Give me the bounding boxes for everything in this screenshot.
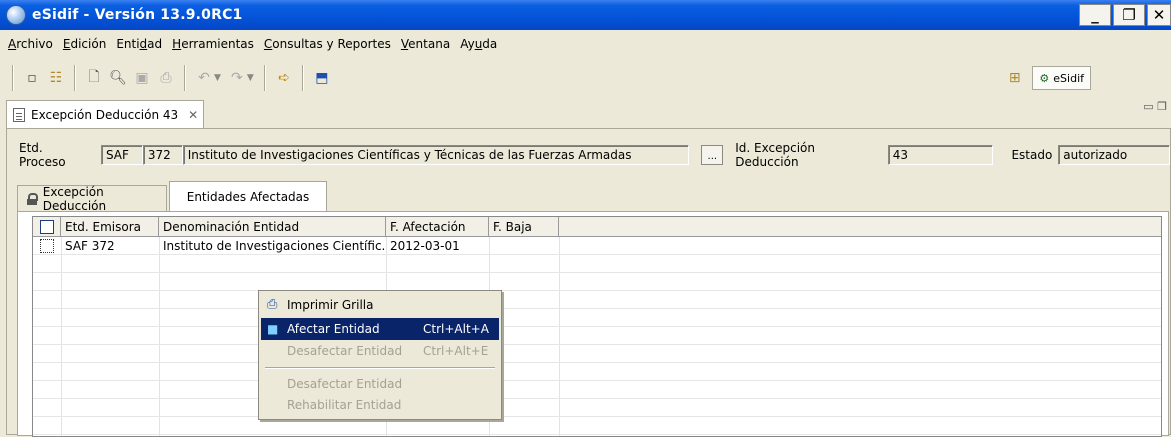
lock-icon	[26, 192, 38, 205]
table-row[interactable]: SAF 372 Instituto de Investigaciones Cie…	[33, 237, 1161, 255]
editor-tab-bar: Excepción Deducción 43 ✕ ▭ ❐	[0, 98, 1171, 128]
entidades-grid: Etd. Emisora Denominación Entidad F. Afe…	[32, 216, 1162, 437]
menu-item-desafectar-entidad[interactable]: Desafectar Entidad Ctrl+Alt+E	[261, 340, 499, 362]
id-excepcion-field[interactable]: 43	[887, 145, 994, 165]
estado-field[interactable]: autorizado	[1058, 145, 1170, 165]
esidif-app-icon	[6, 5, 26, 25]
print-icon: ⎙	[267, 297, 278, 312]
menu-consultas-reportes[interactable]: Consultas y Reportes	[264, 37, 391, 51]
toolbar-separator	[184, 65, 186, 91]
cell-denominacion: Instituto de Investigaciones Científic..…	[163, 238, 386, 253]
column-f-baja[interactable]: F. Baja	[489, 217, 559, 237]
menu-item-imprimir-grilla[interactable]: ⎙ Imprimir Grilla	[261, 294, 499, 316]
minimize-button[interactable]: _	[1079, 4, 1111, 26]
maximize-button[interactable]: ❐	[1113, 4, 1145, 26]
menu-bar: Archivo Edición Entidad Herramientas Con…	[0, 30, 1171, 58]
menu-item-rehabilitar-entidad[interactable]: Rehabilitar Entidad	[261, 394, 499, 416]
save-icon[interactable]: ▣	[133, 69, 151, 87]
table-row	[33, 255, 1161, 273]
etd-numero-field[interactable]: 372	[142, 145, 183, 165]
tab-excepcion-deduccion[interactable]: Excepción Deducción	[17, 184, 167, 213]
back-icon[interactable]: ↶	[195, 69, 213, 87]
menu-archivo[interactable]: Archivo	[8, 37, 53, 51]
close-button[interactable]: ✕	[1147, 4, 1171, 26]
tab-entidades-afectadas[interactable]: Entidades Afectadas	[169, 181, 327, 211]
print-icon[interactable]: ⎙	[157, 69, 175, 87]
table-row	[33, 363, 1161, 381]
navigate-icon[interactable]: ➪	[275, 69, 293, 87]
report-icon[interactable]: ⬒	[313, 69, 331, 87]
menu-entidad[interactable]: Entidad	[116, 37, 162, 51]
perspective-switcher: ⊞ ⚙ eSidif	[1003, 65, 1091, 91]
estado-label: Estado	[1011, 148, 1053, 162]
tab-label: Excepción Deducción	[42, 184, 107, 213]
column-denominacion-entidad[interactable]: Denominación Entidad	[159, 217, 386, 237]
row-checkbox-cell	[33, 237, 61, 254]
toolbar-separator	[263, 65, 266, 91]
table-row	[33, 345, 1161, 363]
editor-tab-label: Excepción Deducción 43	[31, 107, 179, 122]
select-entity-button[interactable]: ...	[701, 145, 724, 165]
restore-icon: ❐	[1122, 6, 1136, 24]
table-row	[33, 327, 1161, 345]
cell-etd-emisora: SAF 372	[65, 238, 115, 253]
table-row	[33, 309, 1161, 327]
cell-f-afectacion: 2012-03-01	[390, 238, 460, 253]
select-all-checkbox-cell	[33, 217, 61, 237]
column-etd-emisora[interactable]: Etd. Emisora	[61, 217, 159, 237]
grid-panel: Etd. Emisora Denominación Entidad F. Afe…	[17, 211, 1169, 437]
toolbar-separator	[74, 65, 76, 91]
perspective-esidif-button[interactable]: ⚙ eSidif	[1032, 66, 1091, 90]
title-bar: eSidif - Versión 13.9.0RC1 _ ❐ ✕	[0, 0, 1171, 30]
cell-f-baja	[489, 237, 559, 254]
table-row	[33, 417, 1161, 435]
tree-view-icon[interactable]: ☷	[47, 69, 65, 87]
menu-edicion[interactable]: Edición	[63, 37, 106, 51]
tab-close-icon[interactable]: ✕	[188, 108, 198, 122]
tab-label: Entidades Afectadas	[186, 189, 310, 204]
open-perspective-icon[interactable]: ⊞	[1006, 69, 1023, 87]
perspective-icon: ⚙	[1039, 71, 1050, 85]
table-row	[33, 381, 1161, 399]
table-row	[33, 273, 1161, 291]
add-entity-icon: ■	[267, 322, 279, 336]
menu-item-desafectar-entidad-2[interactable]: Desafectar Entidad	[261, 373, 499, 395]
table-row	[33, 399, 1161, 417]
menu-herramientas[interactable]: Herramientas	[172, 37, 254, 51]
grid-header: Etd. Emisora Denominación Entidad F. Afe…	[33, 217, 1161, 237]
row-checkbox[interactable]	[40, 238, 54, 253]
etd-proceso-label: Etd. Proceso	[19, 141, 66, 169]
etd-nombre-field[interactable]: Instituto de Investigaciones Científicas…	[182, 145, 690, 165]
new-document-icon[interactable]: 🗋	[85, 69, 103, 87]
menu-separator	[265, 367, 495, 369]
select-all-checkbox[interactable]	[39, 220, 54, 234]
header-form: Etd. Proceso SAF 372 Instituto de Invest…	[19, 141, 1170, 169]
restore-view-icon[interactable]: ▫	[23, 69, 41, 87]
toolbar-separator	[12, 65, 14, 91]
minimize-icon: _	[1091, 6, 1099, 24]
editor-tab-excepcion[interactable]: Excepción Deducción 43 ✕	[6, 100, 204, 128]
table-row	[33, 291, 1161, 309]
window-controls: _ ❐ ✕	[1079, 4, 1171, 26]
back-dropdown-icon[interactable]: ▼	[214, 73, 221, 83]
perspective-label: eSidif	[1053, 71, 1084, 85]
menu-ventana[interactable]: Ventana	[401, 37, 450, 51]
toolbar-separator	[301, 65, 304, 91]
menu-item-afectar-entidad[interactable]: ■ Afectar Entidad Ctrl+Alt+A	[261, 318, 499, 340]
document-icon	[13, 107, 25, 122]
search-icon[interactable]: 🔍︎	[109, 69, 127, 87]
etd-tipo-field[interactable]: SAF	[100, 145, 143, 165]
toolbar: ▫ ☷ 🗋 🔍︎ ▣ ⎙ ↶ ▼ ↷ ▼ ➪ ⬒ ⊞ ⚙ eSidif	[0, 58, 1171, 98]
menu-ayuda[interactable]: Ayuda	[460, 37, 497, 51]
id-excepcion-label: Id. Excepción Deducción	[735, 141, 815, 169]
close-icon: ✕	[1152, 6, 1166, 24]
context-menu: ⎙ Imprimir Grilla ■ Afectar Entidad Ctrl…	[258, 290, 502, 420]
minimize-maximize-icon[interactable]: ▭ ❐	[1143, 100, 1167, 113]
column-f-afectacion[interactable]: F. Afectación	[386, 217, 489, 237]
forward-icon[interactable]: ↷	[228, 69, 246, 87]
forward-dropdown-icon[interactable]: ▼	[247, 73, 254, 83]
editor-area: Etd. Proceso SAF 372 Instituto de Invest…	[6, 128, 1171, 437]
window-title: eSidif - Versión 13.9.0RC1	[32, 7, 243, 23]
